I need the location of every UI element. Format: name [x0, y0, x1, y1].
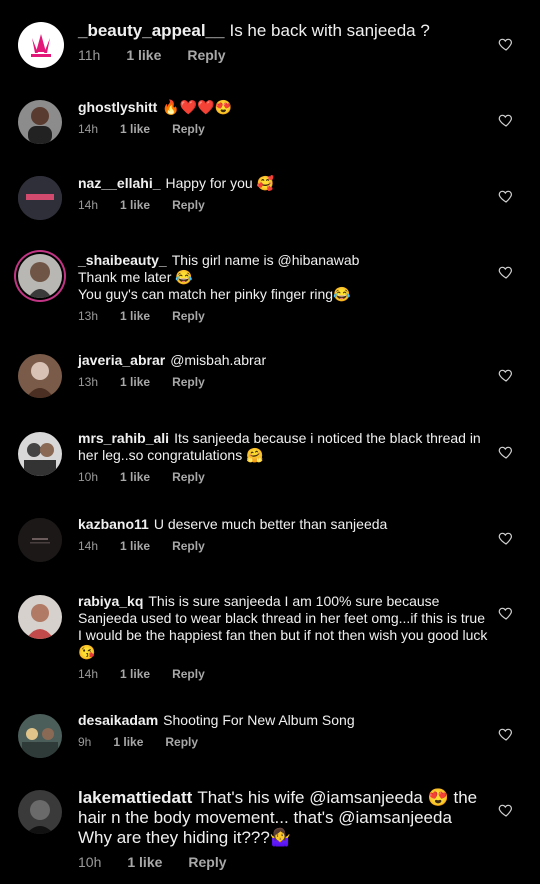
heart-outline-icon[interactable]	[498, 605, 514, 621]
heart-outline-icon[interactable]	[498, 444, 514, 460]
like-count[interactable]: 1 like	[120, 309, 150, 323]
like-count[interactable]: 1 like	[127, 854, 162, 870]
reply-button[interactable]: Reply	[172, 375, 205, 389]
avatar[interactable]	[18, 22, 64, 68]
reply-button[interactable]: Reply	[172, 122, 205, 136]
avatar[interactable]	[18, 790, 62, 834]
heart-outline-icon[interactable]	[498, 530, 514, 546]
comment-username[interactable]: naz__ellahi_	[78, 175, 161, 191]
avatar[interactable]	[18, 354, 62, 398]
like-count[interactable]: 1 like	[113, 735, 143, 749]
comment-username[interactable]: desaikadam	[78, 712, 158, 728]
heart-outline-icon[interactable]	[498, 188, 514, 204]
heart-outline-icon[interactable]	[498, 264, 514, 280]
comment-time: 14h	[78, 198, 99, 212]
avatar[interactable]	[18, 254, 62, 298]
comment-text: lakemattiedatt That's his wife @iamsanjee…	[78, 788, 478, 847]
comment-time: 14h	[78, 122, 99, 136]
reply-button[interactable]: Reply	[188, 854, 226, 870]
comment-username[interactable]: mrs_rahib_ali	[78, 430, 169, 446]
comment-username[interactable]: _beauty_appeal__	[78, 21, 224, 40]
like-count[interactable]: 1 like	[126, 47, 161, 63]
avatar[interactable]	[18, 100, 62, 144]
comment-username[interactable]: lakemattiedatt	[78, 788, 192, 807]
comment-text: _shaibeauty_ This girl name is @hibanawab…	[78, 252, 360, 302]
comment-meta: 9h 1 like Reply	[78, 735, 490, 749]
heart-outline-icon[interactable]	[498, 726, 514, 742]
comment-username[interactable]: javeria_abrar	[78, 352, 165, 368]
comment-text: ghostlyshitt 🔥❤️❤️😍	[78, 99, 233, 115]
like-count[interactable]: 1 like	[120, 198, 150, 212]
reply-button[interactable]: Reply	[172, 198, 205, 212]
reply-button[interactable]: Reply	[165, 735, 198, 749]
reply-button[interactable]: Reply	[172, 539, 205, 553]
like-count[interactable]: 1 like	[120, 470, 150, 484]
comment-text: _beauty_appeal__ Is he back with sanjeeda…	[78, 21, 430, 40]
comment-text: naz__ellahi_ Happy for you 🥰	[78, 175, 274, 191]
like-count[interactable]: 1 like	[120, 667, 150, 681]
avatar[interactable]	[18, 432, 62, 476]
comment-meta: 14h 1 like Reply	[78, 198, 490, 212]
reply-button[interactable]: Reply	[172, 667, 205, 681]
comment-username[interactable]: ghostlyshitt	[78, 99, 157, 115]
heart-outline-icon[interactable]	[498, 802, 514, 818]
avatar[interactable]	[18, 518, 62, 562]
like-count[interactable]: 1 like	[120, 375, 150, 389]
reply-button[interactable]: Reply	[187, 47, 225, 63]
comment-username[interactable]: rabiya_kq	[78, 593, 143, 609]
like-count[interactable]: 1 like	[120, 122, 150, 136]
comment-time: 10h	[78, 470, 99, 484]
comment-meta: 10h 1 like Reply	[78, 854, 490, 870]
like-count[interactable]: 1 like	[120, 539, 150, 553]
reply-button[interactable]: Reply	[172, 309, 205, 323]
comment-meta: 14h 1 like Reply	[78, 667, 490, 681]
comment-time: 13h	[78, 309, 99, 323]
reply-button[interactable]: Reply	[172, 470, 205, 484]
comment-meta: 14h 1 like Reply	[78, 122, 490, 136]
comment-meta: 10h 1 like Reply	[78, 470, 490, 484]
comment-username[interactable]: kazbano11	[78, 516, 149, 532]
avatar[interactable]	[18, 176, 62, 220]
comment-text: kazbano11 U deserve much better than sanj…	[78, 516, 388, 532]
comment-text: rabiya_kq This is sure sanjeeda I am 100%…	[78, 593, 488, 660]
comment-time: 11h	[78, 47, 101, 63]
comment-meta: 13h 1 like Reply	[78, 309, 490, 323]
heart-outline-icon[interactable]	[498, 367, 514, 383]
comment-time: 9h	[78, 735, 92, 749]
comment-text: desaikadam Shooting For New Album Song	[78, 712, 355, 728]
comment-time: 14h	[78, 539, 99, 553]
comment-text: javeria_abrar @misbah.abrar	[78, 352, 267, 368]
avatar-logo	[19, 23, 63, 67]
heart-outline-icon[interactable]	[498, 112, 514, 128]
avatar[interactable]	[18, 714, 62, 758]
avatar[interactable]	[18, 595, 62, 639]
comment-time: 14h	[78, 667, 99, 681]
comment-meta: 14h 1 like Reply	[78, 539, 490, 553]
comment-username[interactable]: _shaibeauty_	[78, 252, 167, 268]
comment-time: 10h	[78, 854, 102, 870]
comment-time: 13h	[78, 375, 99, 389]
comment-meta: 11h 1 like Reply	[78, 47, 490, 63]
heart-outline-icon[interactable]	[498, 36, 514, 52]
comment-text: mrs_rahib_ali Its sanjeeda because i noti…	[78, 430, 481, 463]
comment-meta: 13h 1 like Reply	[78, 375, 490, 389]
